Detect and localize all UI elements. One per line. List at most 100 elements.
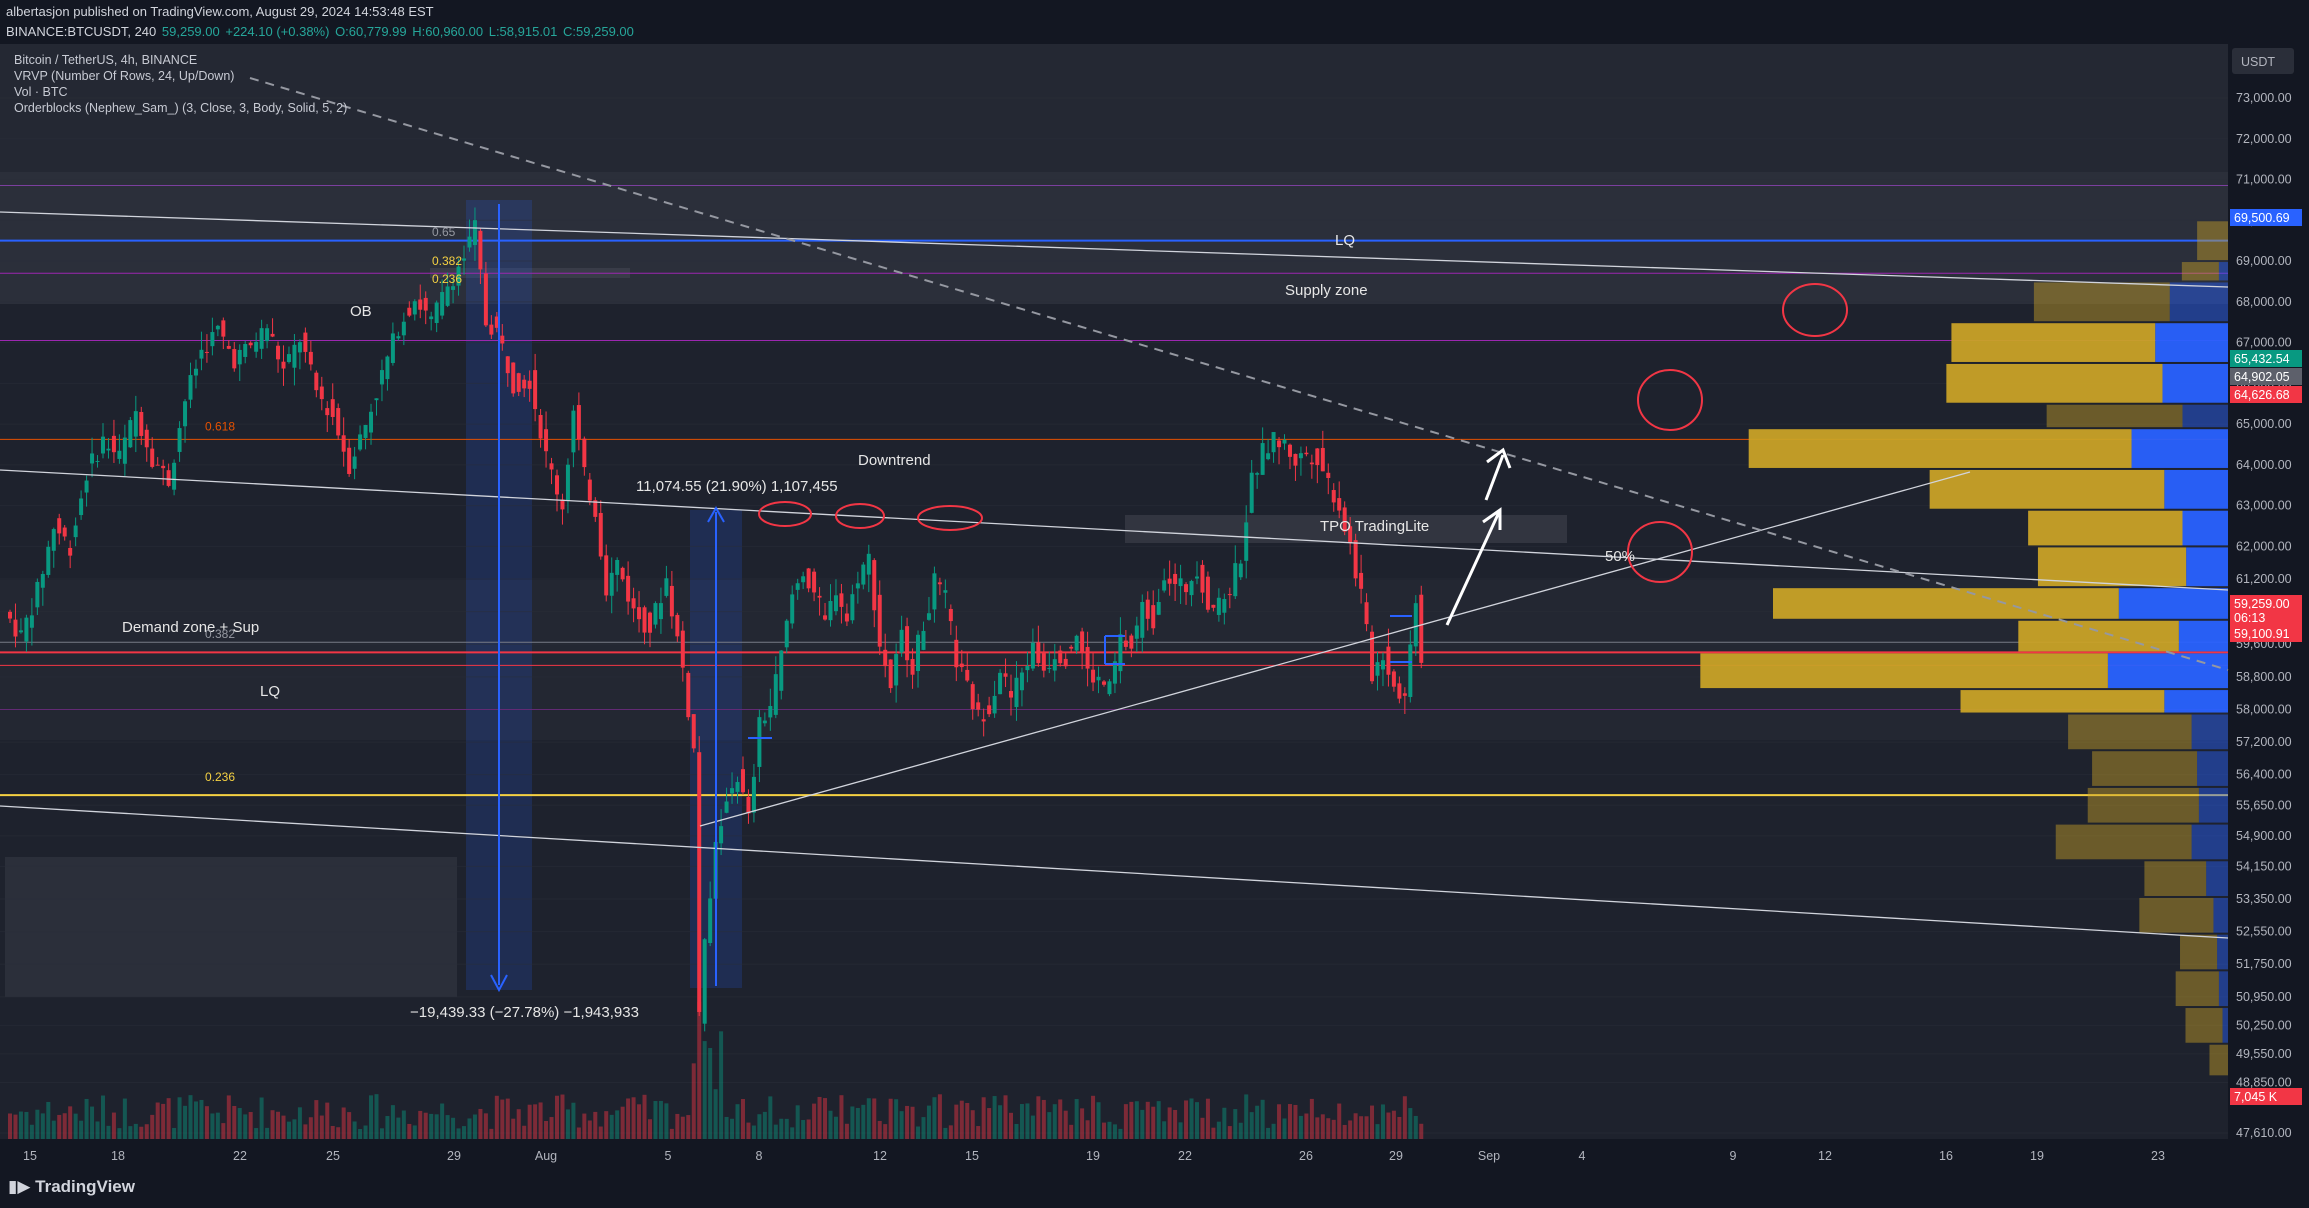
candle-body <box>1353 540 1358 579</box>
y-tick-label: 50,250.00 <box>2236 1018 2292 1032</box>
volume-bar <box>440 1103 445 1139</box>
volume-bar <box>265 1127 270 1139</box>
volume-bar <box>199 1099 204 1139</box>
volume-bar <box>533 1104 538 1139</box>
volume-bar <box>90 1106 95 1139</box>
volume-bar <box>330 1125 335 1139</box>
volume-bar <box>844 1123 849 1139</box>
volume-bar <box>1058 1099 1063 1139</box>
volume-bar <box>571 1102 576 1139</box>
candle-body <box>571 410 576 453</box>
profile-up-bar <box>2185 1008 2223 1043</box>
volume-bar <box>1271 1123 1276 1139</box>
legend-indicator-volume[interactable]: Vol · BTC <box>14 84 347 100</box>
candle-body <box>369 411 374 433</box>
volume-bar <box>1402 1096 1407 1139</box>
legend-indicator-orderblocks[interactable]: Orderblocks (Nephew_Sam_) (3, Close, 3, … <box>14 100 347 116</box>
time-axis <box>0 1139 2309 1168</box>
ohlc-low: L:58,915.01 <box>488 24 558 39</box>
candle-body <box>199 349 204 359</box>
candle-body <box>418 299 423 310</box>
volume-bar <box>631 1097 636 1139</box>
candle-body <box>1391 671 1396 687</box>
volume-bar <box>544 1120 549 1139</box>
candle-body <box>325 408 330 416</box>
fib-small-label: 0.236 <box>432 272 462 286</box>
volume-bar <box>1085 1120 1090 1139</box>
candle-body <box>210 332 215 347</box>
volume-bar <box>1348 1120 1353 1139</box>
candle-body <box>1014 677 1019 708</box>
candle-body <box>270 333 275 337</box>
candle-body <box>451 286 456 290</box>
candle-body <box>565 464 570 501</box>
volume-bar <box>1386 1112 1391 1139</box>
price-chart[interactable]: LQ Supply zone OB Downtrend 11,074.55 (21.90… <box>0 0 2309 1208</box>
candle-body <box>500 335 505 344</box>
volume-bar <box>1287 1104 1292 1139</box>
volume-bar <box>921 1117 926 1139</box>
volume-bar <box>13 1114 18 1139</box>
candle-body <box>1009 691 1014 698</box>
candle-body <box>544 429 549 452</box>
candle-body <box>1375 662 1380 676</box>
candle-body <box>51 529 56 551</box>
volume-bar <box>500 1099 505 1139</box>
candle-body <box>232 349 237 369</box>
volume-bar <box>467 1118 472 1139</box>
volume-bar <box>1397 1116 1402 1139</box>
candle-body <box>1036 642 1041 664</box>
volume-bar <box>773 1124 778 1139</box>
volume-bar <box>959 1100 964 1139</box>
volume-bar <box>347 1112 352 1139</box>
candle-body <box>215 325 220 330</box>
volume-bar <box>680 1116 685 1139</box>
volume-bar <box>549 1117 554 1139</box>
candle-body <box>1205 576 1210 610</box>
candle-body <box>555 475 559 495</box>
candle-body <box>57 518 62 534</box>
volume-bar <box>1266 1127 1271 1139</box>
candle-body <box>1287 444 1292 457</box>
y-tick-label: 57,200.00 <box>2236 735 2292 749</box>
volume-bar <box>757 1114 762 1139</box>
profile-up-bar <box>1748 429 2132 468</box>
volume-bar <box>183 1105 188 1139</box>
candle-body <box>1222 599 1227 613</box>
tradingview-logo-text: TradingView <box>35 1177 135 1196</box>
volume-bar <box>1413 1115 1418 1139</box>
volume-bar <box>932 1097 937 1139</box>
profile-down-bar <box>2164 690 2228 713</box>
candle-body <box>516 373 521 392</box>
volume-bar <box>276 1111 281 1139</box>
x-tick-label: 22 <box>233 1149 247 1163</box>
volume-bar <box>84 1098 89 1139</box>
volume-bar <box>872 1098 877 1139</box>
candle-body <box>13 619 18 637</box>
profile-up-bar <box>2197 221 2228 261</box>
candle-body <box>314 372 319 391</box>
candle-body <box>626 575 631 602</box>
volume-bar <box>691 1063 696 1139</box>
volume-bar <box>894 1099 899 1139</box>
candle-body <box>440 292 445 316</box>
x-tick-label: 29 <box>1389 1149 1403 1163</box>
candle-body <box>669 585 674 617</box>
volume-bar <box>795 1105 800 1139</box>
profile-up-bar <box>1929 469 2165 509</box>
volume-bar <box>35 1109 40 1139</box>
y-tick-label: 48,850.00 <box>2236 1075 2292 1089</box>
candle-body <box>926 613 931 620</box>
legend-indicator-vrvp[interactable]: VRVP (Number Of Rows, 24, Up/Down) <box>14 68 347 84</box>
x-tick-label: 8 <box>756 1149 763 1163</box>
volume-bar <box>1145 1101 1150 1139</box>
volume-bar <box>1134 1101 1139 1139</box>
legend-title[interactable]: Bitcoin / TetherUS, 4h, BINANCE <box>14 52 347 68</box>
tradingview-logo[interactable]: ▮▶ TradingView <box>8 1177 135 1197</box>
candle-body <box>40 573 45 588</box>
volume-bar <box>833 1116 838 1139</box>
candle-body <box>1134 625 1139 639</box>
volume-bar <box>1326 1118 1331 1139</box>
volume-bar <box>1091 1095 1096 1139</box>
candle-body <box>193 368 198 376</box>
